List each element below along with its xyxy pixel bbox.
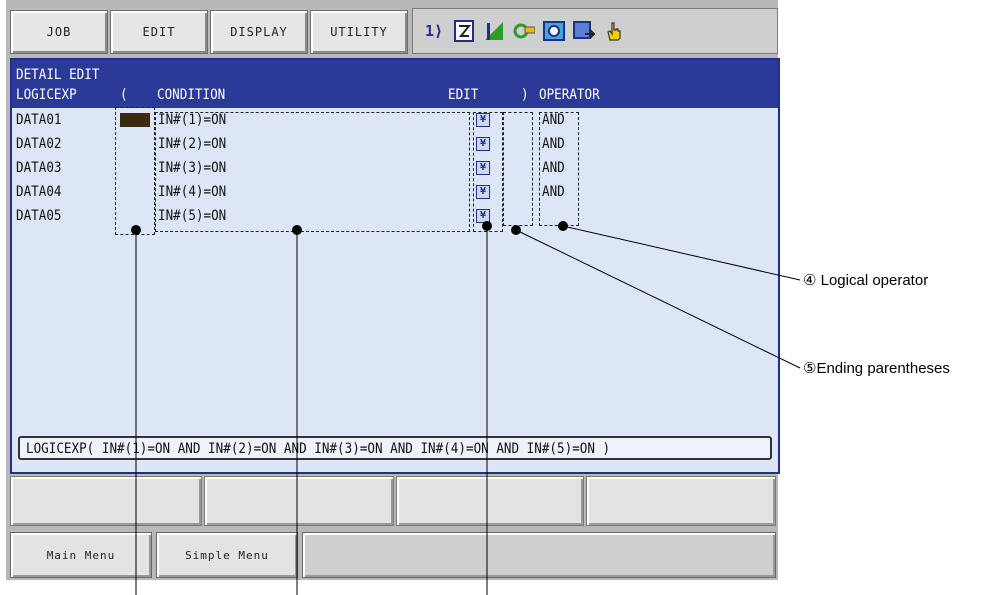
callout-dot: [511, 225, 521, 235]
callout-dot: [482, 221, 492, 231]
callout-lines: [131, 221, 801, 595]
callout-dot: [131, 225, 141, 235]
callout-dot: [292, 225, 302, 235]
callout-dot: [558, 221, 568, 231]
callout-logical-operator: ④ Logical operator: [803, 272, 929, 289]
callout-ending-parentheses: ⑤Ending parentheses: [803, 360, 950, 377]
